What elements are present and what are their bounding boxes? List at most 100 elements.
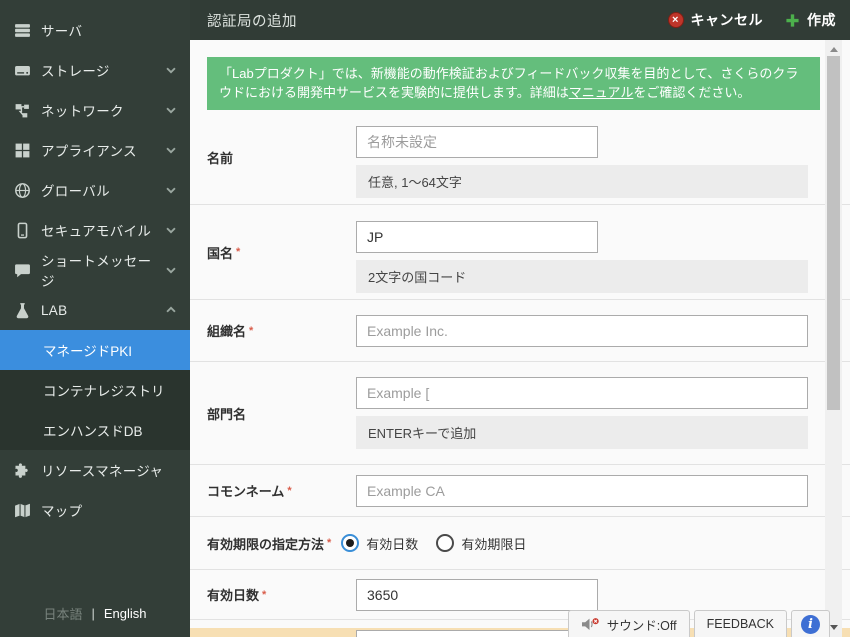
country-label: 国名 * [207, 205, 356, 299]
radio-unchecked-icon[interactable] [436, 534, 455, 552]
sidebar-subitem-container-registry[interactable]: コンテナレジストリ [0, 370, 190, 410]
globe-icon [14, 182, 31, 199]
name-label: 名前 [207, 110, 356, 204]
sidebar-item-appliance[interactable]: アプライアンス [0, 130, 190, 170]
required-mark: * [249, 324, 254, 337]
sidebar-item-label: グローバル [41, 184, 110, 199]
map-icon [14, 502, 31, 519]
radio-option-valid-days[interactable]: 有効日数 [341, 534, 418, 553]
sidebar-item-label: ストレージ [41, 64, 110, 79]
speaker-muted-icon [581, 617, 601, 632]
country-hint: 2文字の国コード [356, 260, 808, 293]
header-actions: × キャンセル 作成 [667, 10, 837, 30]
organization-controls [356, 300, 808, 361]
name-hint: 任意, 1～64文字 [356, 165, 808, 198]
unit-label: 部門名 [207, 362, 356, 464]
ca-form: 名前 任意, 1～64文字 国名* 2文字の国コード [190, 110, 850, 637]
form-row-country: 国名* 2文字の国コード [190, 205, 850, 300]
chevron-up-icon [164, 303, 178, 317]
lab-submenu: マネージドPKI コンテナレジストリ エンハンスドDB [0, 330, 190, 450]
label-text: 部門名 [207, 406, 247, 422]
sidebar-item-label: ショートメッセージ [41, 254, 152, 289]
vertical-scrollbar[interactable] [825, 40, 842, 637]
sidebar-item-label: リソースマネージャ [41, 464, 164, 479]
network-icon [14, 102, 31, 119]
valid-days-input[interactable] [356, 578, 598, 611]
sidebar-item-label: LAB [41, 302, 68, 318]
sound-label: サウンド:Off [606, 618, 677, 633]
sidebar-item-resource-manager[interactable]: リソースマネージャ [0, 450, 190, 490]
language-japanese[interactable]: 日本語 [43, 604, 82, 623]
radio-option-expiry-date[interactable]: 有効期限日 [436, 534, 526, 553]
manual-link[interactable]: マニュアル [569, 85, 634, 100]
sidebar-item-storage[interactable]: ストレージ [0, 50, 190, 90]
puzzle-icon [14, 462, 31, 479]
label-text: 国名 [207, 245, 234, 261]
sound-toggle-button[interactable]: サウンド:Off [567, 610, 690, 637]
language-switcher: 日本語 | English [0, 604, 190, 623]
cancel-x-icon: × [667, 12, 684, 28]
label-text: 名前 [207, 150, 234, 166]
country-input[interactable] [356, 221, 598, 253]
radio-checked-icon[interactable] [341, 534, 360, 552]
language-separator: | [91, 606, 95, 621]
feedback-label: FEEDBACK [706, 617, 774, 631]
feedback-button[interactable]: FEEDBACK [693, 610, 787, 637]
form-row-unit: 部門名 ENTERキーで追加 [190, 362, 850, 465]
sidebar-item-label: ネットワーク [41, 104, 124, 119]
label-text: 組織名 [207, 324, 247, 339]
expiry-method-label: 有効期限の指定方法 * [207, 534, 331, 553]
label-text: 有効日数 [207, 588, 260, 603]
scrollbar-thumb[interactable] [827, 56, 840, 410]
form-row-name: 名前 任意, 1～64文字 [190, 110, 850, 205]
create-label: 作成 [807, 12, 836, 28]
sidebar-item-global[interactable]: グローバル [0, 170, 190, 210]
cancel-button[interactable]: × キャンセル [667, 10, 764, 30]
form-row-organization: 組織名 * [190, 300, 850, 362]
common-name-input[interactable] [356, 474, 808, 507]
required-mark: * [287, 484, 292, 497]
create-button[interactable]: 作成 [785, 10, 836, 30]
chat-bubble-icon [14, 262, 31, 279]
sidebar-nav: サーバ ストレージ ネットワーク アプライアンス グローバル セキュアモバイル … [0, 0, 190, 530]
storage-icon [14, 62, 31, 79]
sidebar-item-lab[interactable]: LAB [0, 290, 190, 330]
partial-input [356, 630, 598, 637]
name-controls: 任意, 1～64文字 [356, 110, 808, 204]
form-row-expiry-method: 有効期限の指定方法 * 有効日数 有効期限日 [190, 517, 850, 570]
required-mark: * [262, 588, 267, 601]
sidebar-item-label: サーバ [41, 24, 83, 39]
chevron-down-icon [164, 143, 178, 157]
unit-controls: ENTERキーで追加 [356, 362, 808, 464]
country-controls: 2文字の国コード [356, 205, 808, 299]
common-name-label: コモンネーム * [207, 465, 356, 516]
server-icon [14, 22, 31, 39]
sidebar-item-label: セキュアモバイル [41, 224, 152, 239]
required-mark: * [327, 537, 332, 549]
organization-input[interactable] [356, 314, 808, 347]
language-english[interactable]: English [104, 606, 147, 621]
sidebar: サーバ ストレージ ネットワーク アプライアンス グローバル セキュアモバイル … [0, 0, 190, 637]
sidebar-item-short-message[interactable]: ショートメッセージ [0, 250, 190, 290]
sidebar-item-server[interactable]: サーバ [0, 10, 190, 50]
subitem-label: エンハンスドDB [43, 424, 143, 439]
sidebar-item-map[interactable]: マップ [0, 490, 190, 530]
sidebar-subitem-managed-pki[interactable]: マネージドPKI [0, 330, 190, 370]
name-input[interactable] [356, 126, 598, 158]
bottom-overlay-buttons: サウンド:Off FEEDBACK i [567, 610, 830, 637]
info-icon: i [801, 614, 820, 634]
unit-input[interactable] [356, 377, 808, 409]
form-row-common-name: コモンネーム * [190, 465, 850, 517]
radio-label: 有効期限日 [461, 536, 527, 552]
chevron-down-icon [164, 263, 178, 277]
info-button[interactable]: i [791, 610, 830, 637]
chevron-down-icon [164, 183, 178, 197]
sidebar-item-network[interactable]: ネットワーク [0, 90, 190, 130]
sidebar-subitem-enhanced-db[interactable]: エンハンスドDB [0, 410, 190, 450]
chevron-down-icon [164, 63, 178, 77]
scroll-up-arrow[interactable] [825, 42, 842, 56]
page-title: 認証局の追加 [207, 13, 297, 30]
sidebar-item-secure-mobile[interactable]: セキュアモバイル [0, 210, 190, 250]
unit-hint: ENTERキーで追加 [356, 416, 808, 449]
lab-notice-banner: 「Labプロダクト」では、新機能の動作検証およびフィードバック収集を目的として、… [207, 57, 820, 110]
